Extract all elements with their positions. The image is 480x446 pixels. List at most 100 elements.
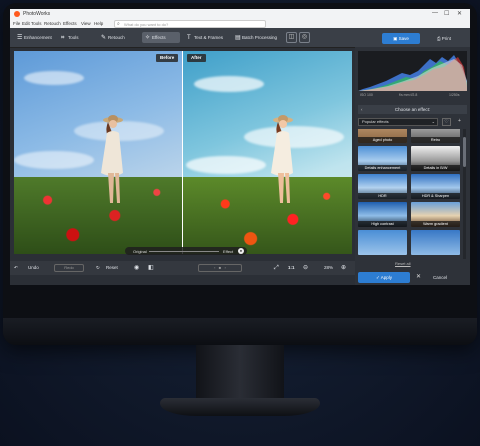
zoom-ratio-button[interactable]: 1:1 <box>288 264 295 272</box>
close-button[interactable]: ✕ <box>457 10 462 17</box>
close-icon: ✕ <box>416 274 422 280</box>
effect-thumb-retro[interactable]: Retro <box>411 129 460 143</box>
menu-view[interactable]: View <box>81 21 91 26</box>
apply-button[interactable]: ✓ Apply <box>358 272 410 283</box>
cancel-label: Cancel <box>432 275 447 280</box>
title-bar: PhotoWorks — ☐ ✕ <box>10 9 470 19</box>
prev-image-icon[interactable]: ‹ <box>214 265 215 270</box>
redo-button[interactable]: Redo <box>54 264 84 272</box>
save-label: Save <box>398 36 409 41</box>
zoom-in-icon[interactable]: ⊕ <box>341 264 346 272</box>
compare-icon: ◫ <box>288 34 295 40</box>
effect-thumb-details-bw[interactable]: Details in B/W <box>411 146 460 171</box>
print-label: Print <box>441 36 452 41</box>
main-toolbar: ☰ Enhancement ⌗ Tools ✎ Retouch ✧ Effects TT… <box>10 28 470 48</box>
histogram-lens: f/s mm f/2.8 <box>399 93 418 97</box>
effect-label: High contrast <box>358 221 407 227</box>
save-button[interactable]: ▣ Save <box>382 33 420 44</box>
batch-icon: ▤ <box>235 35 241 41</box>
slider-track[interactable] <box>149 250 219 252</box>
effect-category-select[interactable]: Popular effects ⌄ <box>358 118 438 126</box>
before-label: Before <box>156 54 179 62</box>
effect-thumb-high-contrast[interactable]: High contrast <box>358 202 407 227</box>
tab-retouch-label: Retouch <box>108 35 125 40</box>
tab-batch-processing[interactable]: ▤Batch Processing <box>232 32 280 43</box>
reset-button[interactable]: Reset <box>106 264 118 272</box>
sliders-icon: ☰ <box>17 35 23 41</box>
tab-text-frames[interactable]: T Text & Frames <box>184 32 228 43</box>
effect-thumb[interactable] <box>358 230 407 255</box>
effect-thumb-aged-photo[interactable]: Aged photo <box>358 129 407 143</box>
bottom-bar: ↶ Undo Redo ↻ Reset ◉ ◧ ‹ ■ › ⤢ 1:1 ⊖ 28… <box>10 261 355 275</box>
compare-split-icon[interactable]: ◧ <box>148 264 154 272</box>
tab-tools-label: Tools <box>68 35 79 40</box>
tab-retouch[interactable]: ✎ Retouch <box>98 32 138 43</box>
woman-figure-after <box>271 115 293 203</box>
photo-preview[interactable]: Before After <box>14 51 352 254</box>
add-effect-button[interactable]: + <box>455 118 464 126</box>
reset-icon[interactable]: ↻ <box>96 264 100 272</box>
crop-icon: ⌗ <box>61 35 65 41</box>
slider-toggle-icon[interactable]: ● <box>238 248 244 254</box>
reset-all-link[interactable]: Reset all <box>395 261 411 266</box>
woman-figure-before <box>101 115 123 203</box>
cloud <box>194 76 264 92</box>
effects-title: Choose an effect: <box>394 107 431 112</box>
undo-button[interactable]: Undo <box>28 264 39 272</box>
history-icon: ◎ <box>301 34 308 40</box>
tab-effects[interactable]: ✧ Effects <box>142 32 180 43</box>
effect-label: Warm gradient <box>411 221 460 227</box>
text-icon: T <box>187 35 191 41</box>
effect-label: HDR & Sharpen <box>411 193 460 199</box>
scrollbar-thumb[interactable] <box>463 137 466 167</box>
effect-thumb-hdr[interactable]: HDR <box>358 174 407 199</box>
cloud <box>186 156 266 174</box>
next-image-icon[interactable]: › <box>225 265 226 270</box>
app-logo-icon <box>14 11 20 17</box>
effect-label: Details in B/W <box>411 165 460 171</box>
search-input[interactable]: ⌕ What do you want to do? <box>114 20 266 28</box>
tab-enhancement[interactable]: ☰ Enhancement <box>14 32 54 43</box>
menu-effects[interactable]: Effects <box>63 21 77 26</box>
app-window: PhotoWorks — ☐ ✕ File Edit Tools Retouch… <box>10 9 470 285</box>
minimize-button[interactable]: — <box>432 10 438 16</box>
menu-edit[interactable]: Edit <box>22 21 30 26</box>
fit-screen-icon[interactable]: ⤢ <box>274 264 279 272</box>
history-button[interactable]: ◎ <box>299 32 310 43</box>
after-label: After <box>187 54 206 62</box>
effects-scrollbar[interactable] <box>463 129 466 259</box>
app-title: PhotoWorks <box>23 11 51 17</box>
slider-left-label: Original <box>133 248 147 254</box>
effect-thumb-hdr-sharpen[interactable]: HDR & Sharpen <box>411 174 460 199</box>
before-after-divider[interactable] <box>182 51 183 254</box>
menu-tools[interactable]: Tools <box>31 21 42 26</box>
favorites-button[interactable]: ♡ <box>442 118 451 126</box>
tab-tools[interactable]: ⌗ Tools <box>58 32 94 43</box>
effect-thumb-details-enhancement[interactable]: Details enhancement <box>358 146 407 171</box>
gallery-icon[interactable]: ■ <box>219 265 221 270</box>
plus-icon: + <box>458 118 461 124</box>
effect-thumb-warm-gradient[interactable]: Warm gradient <box>411 202 460 227</box>
back-arrow-icon[interactable]: ‹ <box>361 105 363 114</box>
brush-icon: ✎ <box>101 35 107 41</box>
undo-icon[interactable]: ↶ <box>14 264 18 272</box>
menu-retouch[interactable]: Retouch <box>44 21 61 26</box>
maximize-button[interactable]: ☐ <box>444 10 449 17</box>
slider-right-label: Effect <box>223 248 234 254</box>
heart-icon: ♡ <box>444 119 449 125</box>
effect-strength-slider[interactable]: Original Effect ● <box>125 247 247 255</box>
zoom-out-icon[interactable]: ⊖ <box>303 264 308 272</box>
effect-thumb[interactable] <box>411 230 460 255</box>
effects-panel: ISO 100 f/s mm f/2.8 1/250s ‹ Choose an … <box>355 47 470 285</box>
effect-label: Aged photo <box>358 137 407 143</box>
print-button[interactable]: ⎙ Print <box>425 33 463 44</box>
effect-label: Details enhancement <box>358 165 407 171</box>
tab-enhancement-label: Enhancement <box>24 35 52 40</box>
menu-help[interactable]: Help <box>94 21 103 26</box>
tab-batch-processing-label: Batch Processing <box>242 35 278 40</box>
compare-view-button[interactable]: ◫ <box>286 32 297 43</box>
eye-icon[interactable]: ◉ <box>134 264 139 272</box>
cancel-button[interactable]: ✕ Cancel <box>413 272 467 283</box>
menu-file[interactable]: File <box>13 21 20 26</box>
apply-label: Apply <box>380 275 393 280</box>
